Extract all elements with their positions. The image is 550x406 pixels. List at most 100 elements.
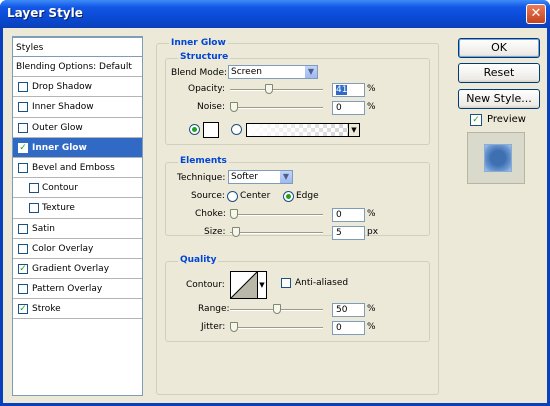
style-item-stroke[interactable]: ✓ Stroke (13, 299, 142, 320)
source-center-radio[interactable] (227, 191, 238, 202)
choke-value: 0 (336, 210, 342, 220)
size-label: Size: (204, 227, 226, 237)
style-preview (467, 132, 525, 184)
source-edge-radio[interactable] (283, 191, 294, 202)
layer-style-window: Layer Style ✕ Styles Blending Options: D… (0, 0, 550, 406)
style-checkbox[interactable] (18, 243, 28, 254)
contour-label: Contour: (186, 280, 225, 290)
range-value: 50 (336, 305, 348, 315)
title-bar[interactable]: Layer Style ✕ (0, 0, 550, 28)
style-checkbox[interactable] (18, 284, 28, 295)
noise-label: Noise: (197, 102, 225, 112)
quality-title: Quality (178, 255, 219, 265)
new-style-button[interactable]: New Style... (458, 89, 540, 109)
gradient-radio[interactable] (231, 124, 242, 135)
size-unit: px (367, 227, 379, 237)
size-input[interactable]: 5 (332, 226, 365, 240)
style-item-label: Satin (32, 223, 55, 234)
style-checkbox[interactable] (18, 122, 28, 133)
jitter-value: 0 (336, 323, 342, 333)
noise-input[interactable]: 0 (332, 101, 365, 115)
structure-title: Structure (178, 52, 231, 62)
solid-color-radio[interactable] (189, 124, 200, 135)
style-item-label: Inner Glow (32, 142, 87, 153)
style-item-label: Outer Glow (32, 122, 83, 133)
choke-slider-thumb[interactable] (230, 209, 238, 219)
technique-label: Technique: (177, 173, 226, 183)
style-checkbox[interactable] (18, 102, 28, 113)
blend-mode-label: Blend Mode: (171, 68, 228, 78)
style-checkbox[interactable] (29, 203, 39, 214)
style-item-gradient-overlay[interactable]: ✓ Gradient Overlay (13, 259, 142, 280)
style-checkbox[interactable]: ✓ (18, 142, 28, 153)
style-item-color-overlay[interactable]: Color Overlay (13, 239, 142, 259)
range-slider-thumb[interactable] (273, 304, 281, 314)
source-label: Source: (191, 191, 225, 201)
style-item-label: Blending Options: Default (16, 62, 132, 72)
style-item-satin[interactable]: Satin (13, 219, 142, 239)
preview-checkbox[interactable]: ✓ (470, 114, 482, 126)
style-item-label: Inner Shadow (32, 102, 94, 113)
slider-track (230, 107, 323, 109)
choke-input[interactable]: 0 (332, 208, 365, 222)
technique-dropdown[interactable]: Softer ▼ (228, 170, 293, 184)
checkmark-icon: ✓ (472, 115, 480, 125)
range-input[interactable]: 50 (332, 303, 365, 317)
style-item-label: Stroke (32, 304, 61, 315)
style-checkbox[interactable]: ✓ (18, 304, 28, 315)
style-item-label: Gradient Overlay (32, 263, 110, 274)
jitter-slider[interactable] (230, 322, 323, 332)
style-checkbox[interactable]: ✓ (18, 263, 28, 274)
reset-button[interactable]: Reset (458, 63, 540, 83)
style-item-blending-options-default[interactable]: Blending Options: Default (13, 57, 142, 78)
dialog-body: Styles Blending Options: Default Drop Sha… (3, 28, 547, 403)
style-item-label: Texture (42, 203, 75, 214)
style-checkbox[interactable] (29, 183, 39, 194)
range-unit: % (367, 304, 376, 314)
style-item-texture[interactable]: Texture (13, 198, 142, 219)
style-item-label: Color Overlay (32, 243, 94, 254)
chevron-down-icon: ▼ (279, 171, 292, 183)
glow-gradient-picker[interactable]: ▼ (246, 123, 360, 137)
noise-slider[interactable] (230, 102, 323, 112)
style-checkbox[interactable] (18, 223, 28, 234)
contour-picker[interactable]: ▼ (230, 271, 267, 299)
styles-items: Blending Options: Default Drop Shadow Inne… (13, 57, 142, 320)
opacity-input[interactable]: 41 (332, 83, 365, 97)
blend-mode-dropdown[interactable]: Screen ▼ (228, 65, 318, 79)
source-edge-label: Edge (296, 191, 319, 201)
styles-header[interactable]: Styles (13, 37, 142, 57)
elements-title: Elements (178, 156, 229, 166)
technique-value: Softer (231, 172, 258, 182)
style-item-inner-glow[interactable]: ✓ Inner Glow (13, 137, 142, 158)
choke-slider[interactable] (230, 209, 323, 219)
jitter-slider-thumb[interactable] (230, 322, 238, 332)
opacity-value: 41 (336, 85, 348, 95)
opacity-slider-thumb[interactable] (265, 84, 273, 94)
close-button[interactable]: ✕ (526, 4, 546, 24)
opacity-slider[interactable] (230, 84, 323, 94)
jitter-input[interactable]: 0 (332, 321, 365, 335)
size-value: 5 (336, 228, 342, 238)
style-item-bevel-and-emboss[interactable]: Bevel and Emboss (13, 158, 142, 179)
slider-track (230, 327, 323, 329)
style-item-label: Drop Shadow (32, 82, 93, 93)
opacity-label: Opacity: (188, 84, 225, 94)
ok-button[interactable]: OK (458, 38, 540, 58)
range-slider[interactable] (230, 304, 323, 314)
style-item-drop-shadow[interactable]: Drop Shadow (13, 77, 142, 98)
style-item-inner-shadow[interactable]: Inner Shadow (13, 97, 142, 118)
style-checkbox[interactable] (18, 162, 28, 173)
noise-slider-thumb[interactable] (230, 102, 238, 112)
noise-value: 0 (336, 103, 342, 113)
close-icon: ✕ (530, 6, 542, 21)
style-item-label: Contour (42, 183, 78, 194)
size-slider-thumb[interactable] (232, 227, 240, 237)
style-item-contour[interactable]: Contour (13, 178, 142, 199)
style-item-outer-glow[interactable]: Outer Glow (13, 118, 142, 138)
size-slider[interactable] (230, 227, 323, 237)
style-item-pattern-overlay[interactable]: Pattern Overlay (13, 279, 142, 300)
style-checkbox[interactable] (18, 82, 28, 93)
glow-color-swatch[interactable] (203, 122, 219, 138)
anti-aliased-checkbox[interactable] (281, 278, 291, 288)
